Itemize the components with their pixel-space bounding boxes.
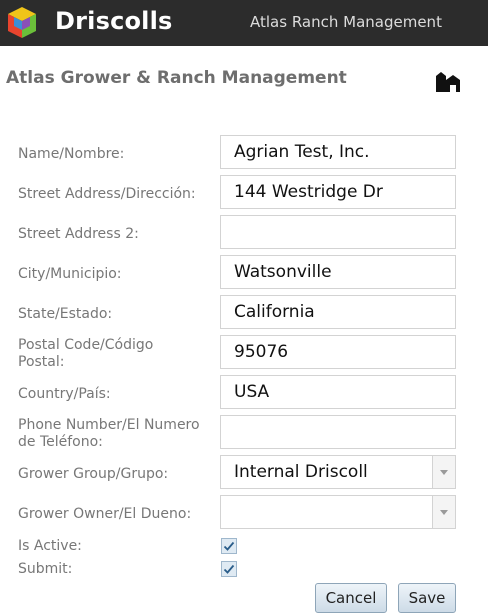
ranch-house-icon bbox=[436, 72, 460, 92]
name-label: Name/Nombre: bbox=[18, 146, 125, 162]
grower-group-label: Grower Group/Grupo: bbox=[18, 466, 169, 482]
grower-owner-label: Grower Owner/El Dueno: bbox=[18, 506, 192, 522]
city-label: City/Municipio: bbox=[18, 266, 122, 282]
postal-code-label: Postal Code/Código Postal: bbox=[18, 337, 154, 370]
app-header: Driscolls Atlas Ranch Management bbox=[0, 0, 488, 46]
grower-group-select[interactable]: Internal Driscoll bbox=[220, 455, 456, 489]
phone-input[interactable] bbox=[220, 415, 456, 449]
phone-label: Phone Number/El Numero de Teléfono: bbox=[18, 417, 200, 450]
is-active-checkbox[interactable] bbox=[221, 538, 237, 554]
grower-owner-select[interactable] bbox=[220, 495, 456, 529]
postal-code-input[interactable]: 95076 bbox=[220, 335, 456, 369]
chevron-down-icon[interactable] bbox=[432, 496, 455, 528]
brand-name: Driscolls bbox=[55, 7, 173, 35]
driscolls-cube-logo-icon bbox=[8, 7, 36, 38]
save-button[interactable]: Save bbox=[398, 583, 456, 613]
street-address-label: Street Address/Dirección: bbox=[18, 186, 196, 202]
country-input[interactable]: USA bbox=[220, 375, 456, 409]
checkmark-icon bbox=[223, 564, 235, 574]
state-label: State/Estado: bbox=[18, 306, 113, 322]
street-address-input[interactable]: 144 Westridge Dr bbox=[220, 175, 456, 209]
country-label: Country/País: bbox=[18, 386, 111, 402]
checkmark-icon bbox=[223, 541, 235, 551]
chevron-down-icon[interactable] bbox=[432, 456, 455, 488]
app-name: Atlas Ranch Management bbox=[250, 13, 442, 31]
state-input[interactable]: California bbox=[220, 295, 456, 329]
street-address-2-label: Street Address 2: bbox=[18, 226, 139, 242]
name-input[interactable]: Agrian Test, Inc. bbox=[220, 135, 456, 169]
street-address-2-input[interactable] bbox=[220, 215, 456, 249]
submit-label: Submit: bbox=[18, 561, 73, 577]
city-input[interactable]: Watsonville bbox=[220, 255, 456, 289]
page-title: Atlas Grower & Ranch Management bbox=[6, 68, 347, 88]
submit-checkbox[interactable] bbox=[221, 561, 237, 577]
is-active-label: Is Active: bbox=[18, 538, 82, 554]
cancel-button[interactable]: Cancel bbox=[315, 583, 387, 613]
grower-group-value: Internal Driscoll bbox=[234, 462, 368, 482]
